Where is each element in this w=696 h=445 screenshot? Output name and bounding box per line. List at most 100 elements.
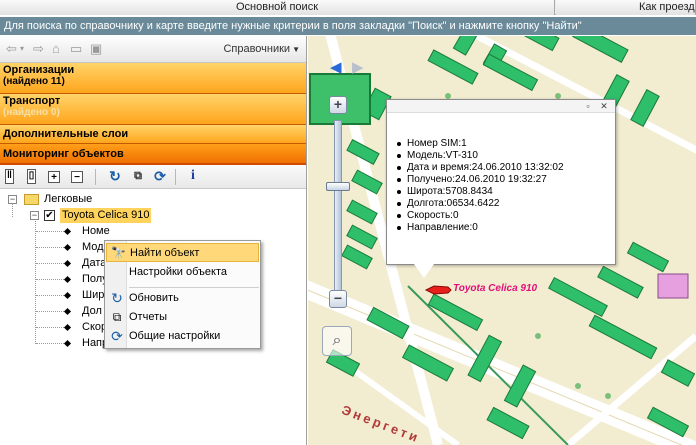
car-marker-icon[interactable] <box>424 284 452 296</box>
popup-info-item: Номер SIM:1 <box>397 138 564 150</box>
tree-vehicle-label: Toyota Celica 910 <box>60 208 152 223</box>
toolbar-separator <box>175 169 176 185</box>
vehicle-checkbox[interactable]: ✔ <box>44 210 55 221</box>
tree-connector <box>36 263 64 264</box>
tree-leaf-label: Дол <box>82 305 102 317</box>
hint-bar: Для поиска по справочнику и карте введит… <box>0 17 696 35</box>
popup-info-item: Направление:0 <box>397 222 564 234</box>
tree-leaf-label: Мод <box>82 241 104 253</box>
chevron-down-icon: ▼ <box>292 45 300 54</box>
plus-icon[interactable]: + <box>48 171 60 183</box>
tree-leaf-label: Номе <box>82 225 110 237</box>
bullet-icon <box>63 307 72 316</box>
section-organizations-title: Организации <box>3 64 75 76</box>
reports-icon: ⧉ <box>112 310 122 324</box>
section-transport-count: (найдено 0) <box>3 107 60 118</box>
bullet-icon <box>63 291 72 300</box>
collapse-all-icon[interactable]: ‖ <box>5 169 14 184</box>
tree-leaf[interactable]: Номе <box>0 224 300 239</box>
refresh-icon[interactable]: ↻ <box>108 169 122 184</box>
info-icon[interactable]: i <box>186 169 200 184</box>
section-organizations-count: (найдено 11) <box>3 76 65 87</box>
popup-info-item: Модель:VT-310 <box>397 150 564 162</box>
section-layers-title: Дополнительные слои <box>3 128 129 140</box>
menu-item-label: Настройки объекта <box>129 266 228 278</box>
popup-header: ▫ ✕ <box>387 100 615 113</box>
refresh-icon: ↻ <box>111 290 123 306</box>
directory-menu-label: Справочники <box>223 43 291 55</box>
tree-connector <box>36 327 64 328</box>
map-search-icon[interactable]: ⌕ <box>322 326 352 356</box>
bullet-icon <box>63 227 72 236</box>
tab-main-search[interactable]: Основной поиск <box>0 0 555 15</box>
bullet-icon <box>63 243 72 252</box>
tree-connector <box>36 295 64 296</box>
tree-node-root[interactable]: − Легковые <box>0 192 300 207</box>
tree-toolbar: ‖ ▯ + − ↻ ⧉ ⟳ i <box>0 165 306 189</box>
zoom-in-button[interactable]: + <box>329 96 347 114</box>
tree-leaf-label: Шир <box>82 289 105 301</box>
menu-item-label: Общие настройки <box>129 330 221 342</box>
directory-menu[interactable]: Справочники ▼ <box>223 43 300 55</box>
nav-toolbar: ⇦ ▾ ⇨ ⌂ ▭ ▣ Справочники ▼ <box>0 36 306 63</box>
tree-connector <box>36 247 64 248</box>
chevron-down-icon[interactable]: ▾ <box>20 42 24 56</box>
popup-info-item: Широта:5708.8434 <box>397 186 564 198</box>
close-icon[interactable]: ✕ <box>599 101 609 111</box>
top-tab-bar: Основной поиск Как проезда <box>0 0 696 15</box>
settings-icon: ⟳ <box>111 328 123 344</box>
minus-icon[interactable]: − <box>71 171 83 183</box>
menu-item-general-settings[interactable]: ⟳ Общие настройки <box>106 327 259 346</box>
zoom-control: ◀ ▶ + − <box>322 50 364 320</box>
minimize-icon[interactable]: ▫ <box>583 101 593 111</box>
tab-directions[interactable]: Как проезда <box>556 0 696 15</box>
menu-item-refresh[interactable]: ↻ Обновить <box>106 289 259 308</box>
section-organizations[interactable]: Организации (найдено 11) <box>0 63 306 94</box>
section-monitoring-title: Мониторинг объектов <box>3 148 124 160</box>
menu-item-find-object[interactable]: 🔭 Найти объект <box>106 243 259 262</box>
section-transport-title: Транспорт <box>3 95 61 107</box>
print-icon[interactable]: ▭ <box>70 42 82 56</box>
back-icon[interactable]: ⇦ <box>6 42 17 56</box>
section-monitoring[interactable]: Мониторинг объектов <box>0 144 306 165</box>
copy-icon[interactable]: ⧉ <box>131 169 145 184</box>
bullet-icon <box>63 259 72 268</box>
tree-root-label: Легковые <box>44 193 93 205</box>
menu-item-label: Найти объект <box>130 247 200 259</box>
toolbar-separator <box>95 169 96 185</box>
menu-item-label: Обновить <box>129 292 179 304</box>
tree-node-vehicle[interactable]: − ✔ Toyota Celica 910 <box>0 208 300 223</box>
menu-separator <box>129 287 259 288</box>
sync-icon[interactable]: ⟳ <box>153 169 167 184</box>
pan-left-icon[interactable]: ◀ <box>330 58 342 76</box>
zoom-out-button[interactable]: − <box>329 290 347 308</box>
tree-leaf-label: Дата <box>82 257 107 269</box>
menu-item-reports[interactable]: ⧉ Отчеты <box>106 308 259 327</box>
tree-connector <box>36 279 64 280</box>
popup-info-item: Получено:24.06.2010 19:32:27 <box>397 174 564 186</box>
popup-info-list: Номер SIM:1 Модель:VT-310 Дата и время:2… <box>397 138 564 234</box>
zoom-slider-thumb[interactable] <box>326 182 350 191</box>
tree-connector <box>36 231 64 232</box>
home-icon[interactable]: ⌂ <box>52 42 60 56</box>
tree-connector <box>36 343 64 344</box>
binoculars-icon: 🔭 <box>111 246 126 260</box>
popup-pointer <box>414 264 434 278</box>
section-additional-layers[interactable]: Дополнительные слои <box>0 125 306 144</box>
folder-icon <box>24 194 39 205</box>
context-menu: 🔭 Найти объект Настройки объекта ↻ Обнов… <box>104 240 261 349</box>
popup-info-item: Скорость:0 <box>397 210 564 222</box>
object-info-popup: ▫ ✕ Номер SIM:1 Модель:VT-310 Дата и вре… <box>386 99 616 265</box>
forward-icon[interactable]: ⇨ <box>33 42 44 56</box>
zoom-slider-track[interactable] <box>334 120 342 295</box>
section-transport[interactable]: Транспорт (найдено 0) <box>0 94 306 125</box>
collapse-toggle[interactable]: − <box>8 195 17 204</box>
collapse-toggle[interactable]: − <box>30 211 39 220</box>
window-icon[interactable]: ▣ <box>90 42 102 56</box>
bullet-icon <box>63 339 72 348</box>
menu-item-label: Отчеты <box>129 311 168 323</box>
bullet-icon <box>63 323 72 332</box>
pan-right-icon[interactable]: ▶ <box>352 58 364 76</box>
menu-item-object-settings[interactable]: Настройки объекта <box>106 263 259 282</box>
expand-all-icon[interactable]: ▯ <box>27 169 36 184</box>
